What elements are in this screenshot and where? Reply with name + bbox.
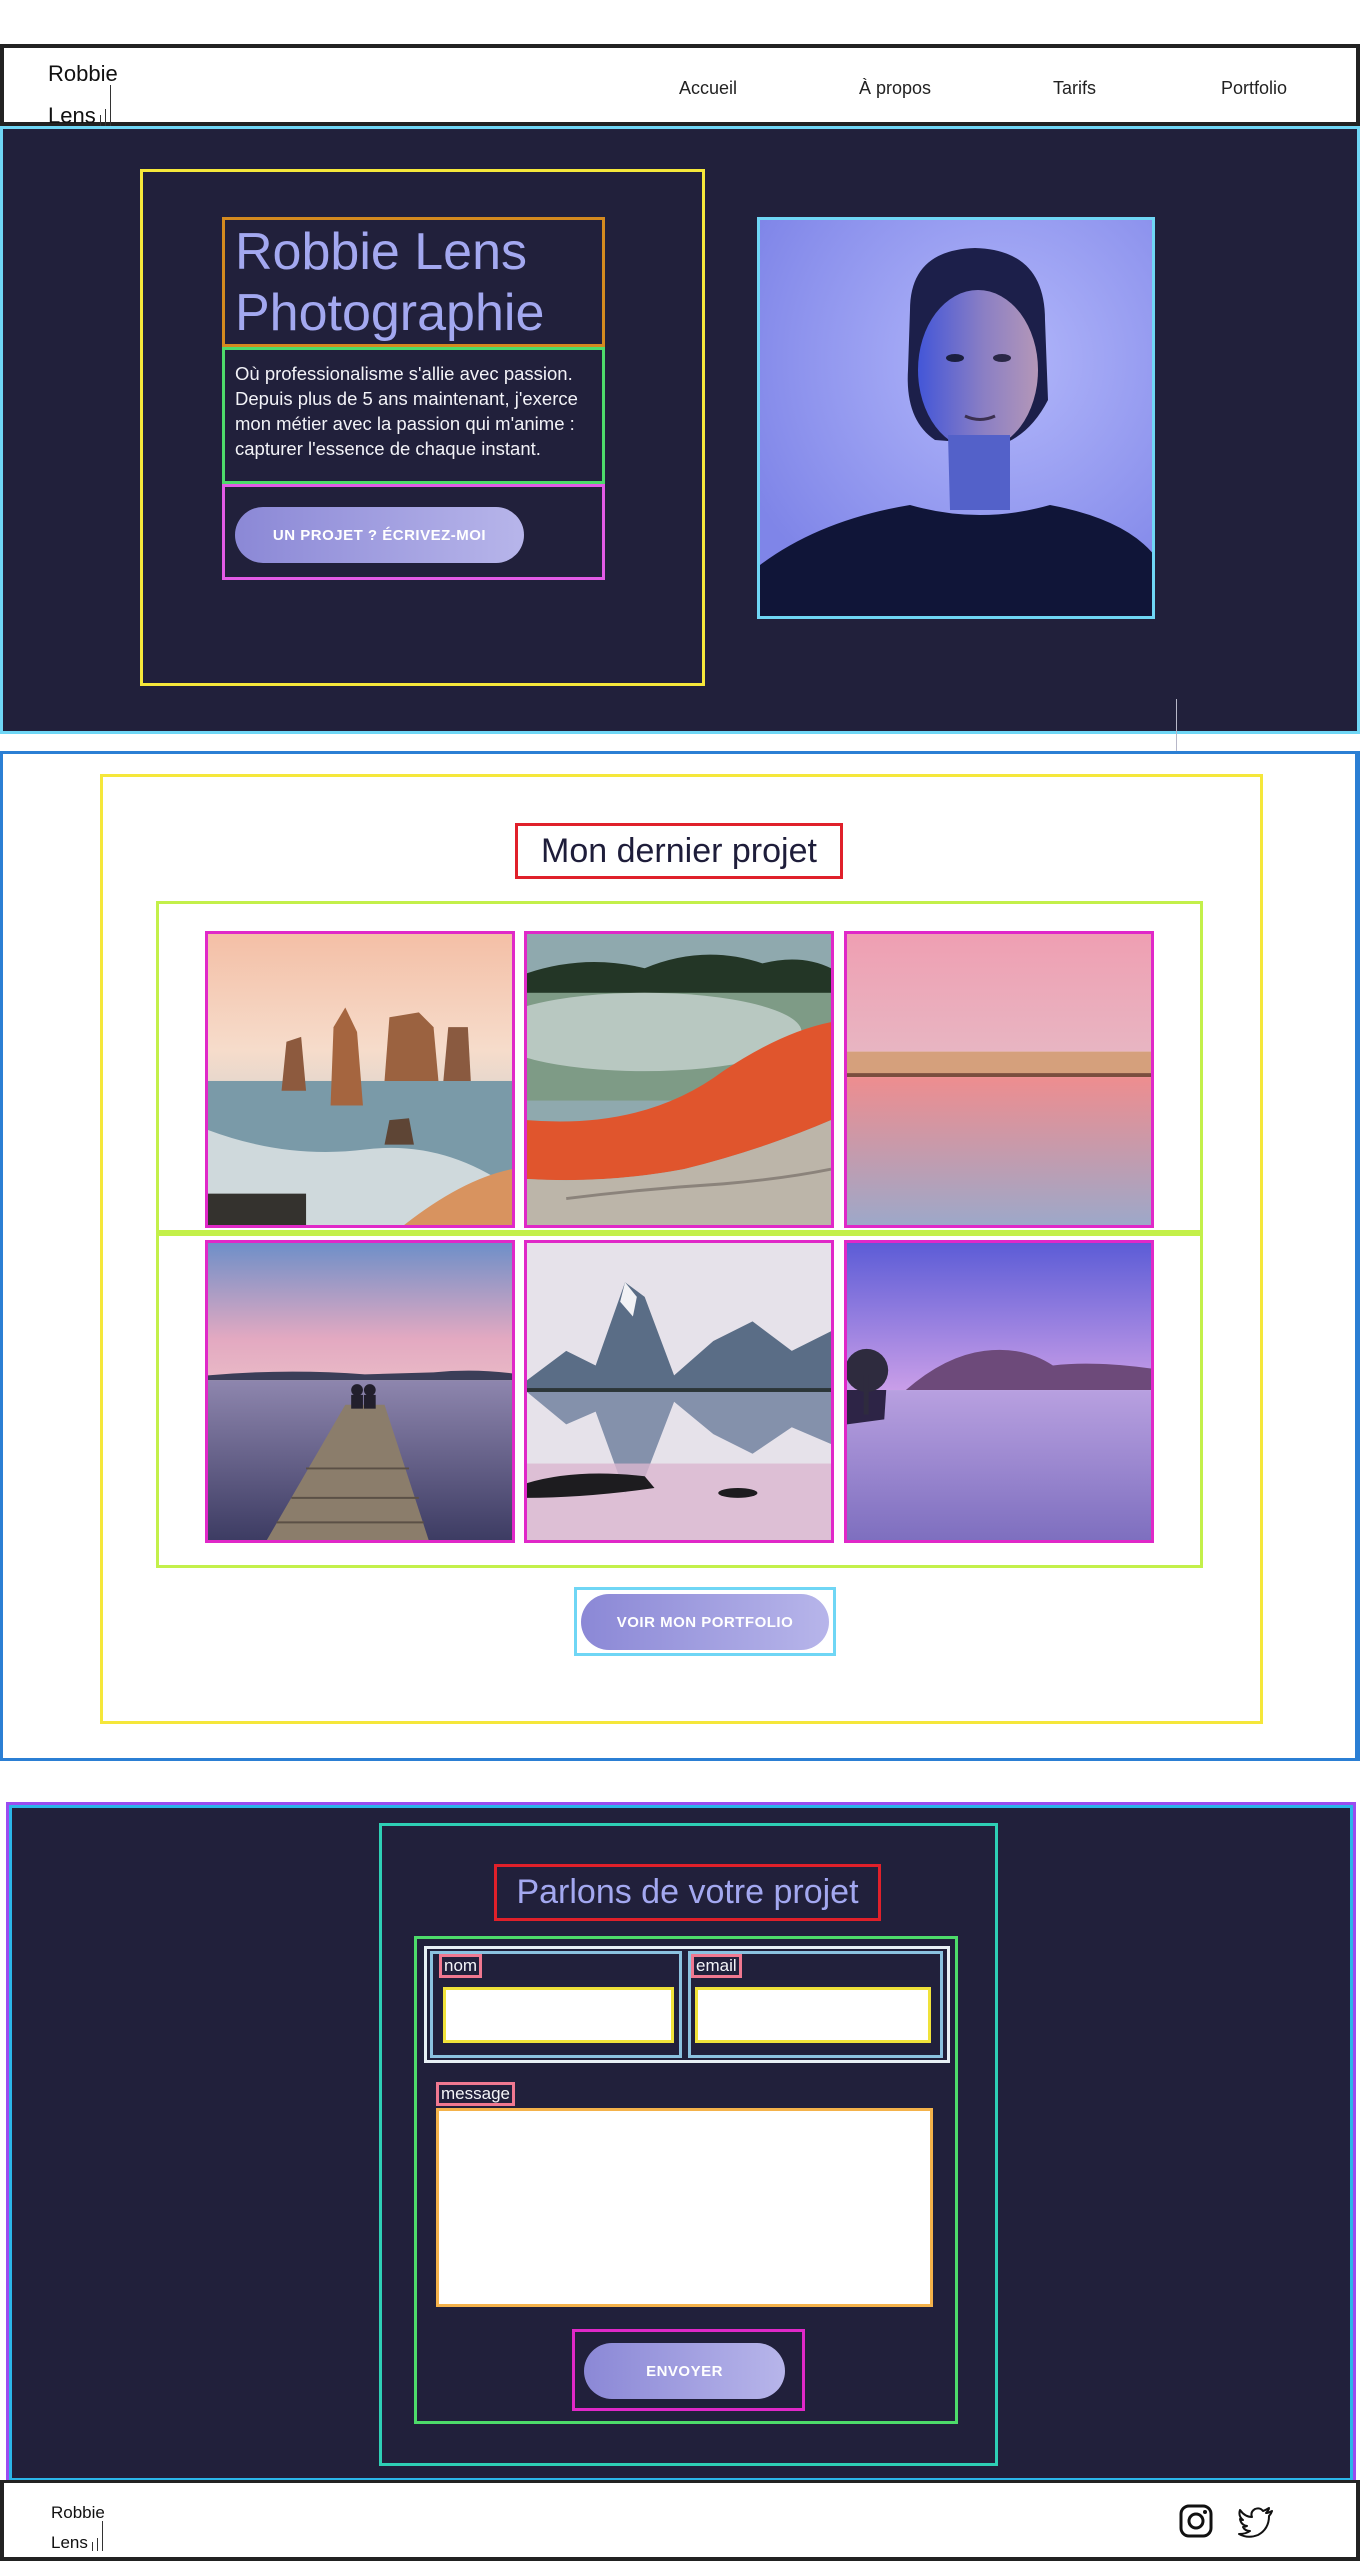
mountain-lake-image xyxy=(527,1243,831,1540)
site-header: Robbie Lens Accueil À propos Tarifs Port… xyxy=(0,44,1360,128)
footer-logo-line2: Lens xyxy=(51,2533,88,2552)
hero-title: Robbie Lens Photographie xyxy=(222,217,605,347)
nav-link-tarifs[interactable]: Tarifs xyxy=(1053,78,1096,99)
nav-link-portfolio[interactable]: Portfolio xyxy=(1221,78,1287,99)
name-input[interactable] xyxy=(443,1987,674,2043)
contact-me-button[interactable]: UN PROJET ? ÉCRIVEZ-MOI xyxy=(235,507,524,563)
message-label: message xyxy=(436,2082,515,2106)
name-email-row: nom email xyxy=(424,1946,950,2063)
footer-logo-bars-icon xyxy=(91,2521,107,2552)
footer-logo[interactable]: Robbie Lens xyxy=(51,2503,107,2552)
nav-link-accueil[interactable]: Accueil xyxy=(679,78,737,99)
portrait-illustration xyxy=(760,220,1152,616)
gallery-row-2 xyxy=(156,1233,1203,1568)
latest-project-container: Mon dernier projet VOIR MON PORTFOLIO xyxy=(100,774,1263,1724)
pink-beach-image xyxy=(847,934,1151,1225)
gallery-photo-mountain-lake[interactable] xyxy=(524,1240,834,1543)
name-label: nom xyxy=(439,1954,483,1978)
hero-title-line2: Photographie xyxy=(235,284,545,342)
twitter-icon[interactable] xyxy=(1236,2501,1276,2541)
email-input[interactable] xyxy=(695,1987,931,2043)
hero-section: Robbie Lens Photographie Où professional… xyxy=(0,126,1360,766)
message-textarea[interactable] xyxy=(436,2108,933,2307)
send-button[interactable]: ENVOYER xyxy=(584,2343,785,2399)
logo-bars-icon xyxy=(99,84,115,127)
geothermal-pool-image xyxy=(527,934,831,1225)
name-field-group: nom xyxy=(430,1951,682,2058)
gallery-photo-couple-pier[interactable] xyxy=(205,1240,515,1543)
logo-line2: Lens xyxy=(48,103,96,128)
contact-container: Parlons de votre projet nom email messag… xyxy=(379,1823,998,2466)
couple-pier-image xyxy=(208,1243,512,1540)
nav-link-a-propos[interactable]: À propos xyxy=(859,78,931,99)
latest-project-section: Mon dernier projet VOIR MON PORTFOLIO xyxy=(0,751,1360,1761)
view-portfolio-button[interactable]: VOIR MON PORTFOLIO xyxy=(581,1594,829,1650)
header-logo[interactable]: Robbie Lens xyxy=(48,61,118,128)
contact-inner: Parlons de votre projet nom email messag… xyxy=(9,1805,1353,2481)
gallery-photo-pink-beach[interactable] xyxy=(844,931,1154,1228)
sea-stacks-image xyxy=(208,934,512,1225)
lone-tree-lake-image xyxy=(847,1243,1151,1540)
footer-logo-line1: Robbie xyxy=(51,2503,105,2522)
hero-cta-container: UN PROJET ? ÉCRIVEZ-MOI xyxy=(222,484,605,580)
gallery-photo-lone-tree-lake[interactable] xyxy=(844,1240,1154,1543)
email-field-group: email xyxy=(688,1951,943,2058)
latest-project-title: Mon dernier projet xyxy=(515,823,843,879)
hero-title-line1: Robbie Lens xyxy=(235,223,527,281)
gallery-row-1 xyxy=(156,901,1203,1233)
hero-text-block: Robbie Lens Photographie Où professional… xyxy=(140,169,705,686)
contact-title: Parlons de votre projet xyxy=(494,1864,881,1921)
gallery-photo-sea-stacks[interactable] xyxy=(205,931,515,1228)
hero-description: Où professionalisme s'allie avec passion… xyxy=(222,347,605,484)
instagram-icon[interactable] xyxy=(1176,2501,1216,2541)
logo-line1: Robbie xyxy=(48,61,118,86)
portrait-image xyxy=(757,217,1155,619)
gallery-photo-geothermal-pool[interactable] xyxy=(524,931,834,1228)
contact-form: nom email message ENVOYER xyxy=(414,1936,958,2424)
submit-container: ENVOYER xyxy=(572,2329,805,2411)
portfolio-cta-container: VOIR MON PORTFOLIO xyxy=(574,1587,836,1656)
contact-section: Parlons de votre projet nom email messag… xyxy=(6,1802,1356,2484)
email-label: email xyxy=(691,1954,742,1978)
site-footer: Robbie Lens xyxy=(0,2480,1360,2561)
